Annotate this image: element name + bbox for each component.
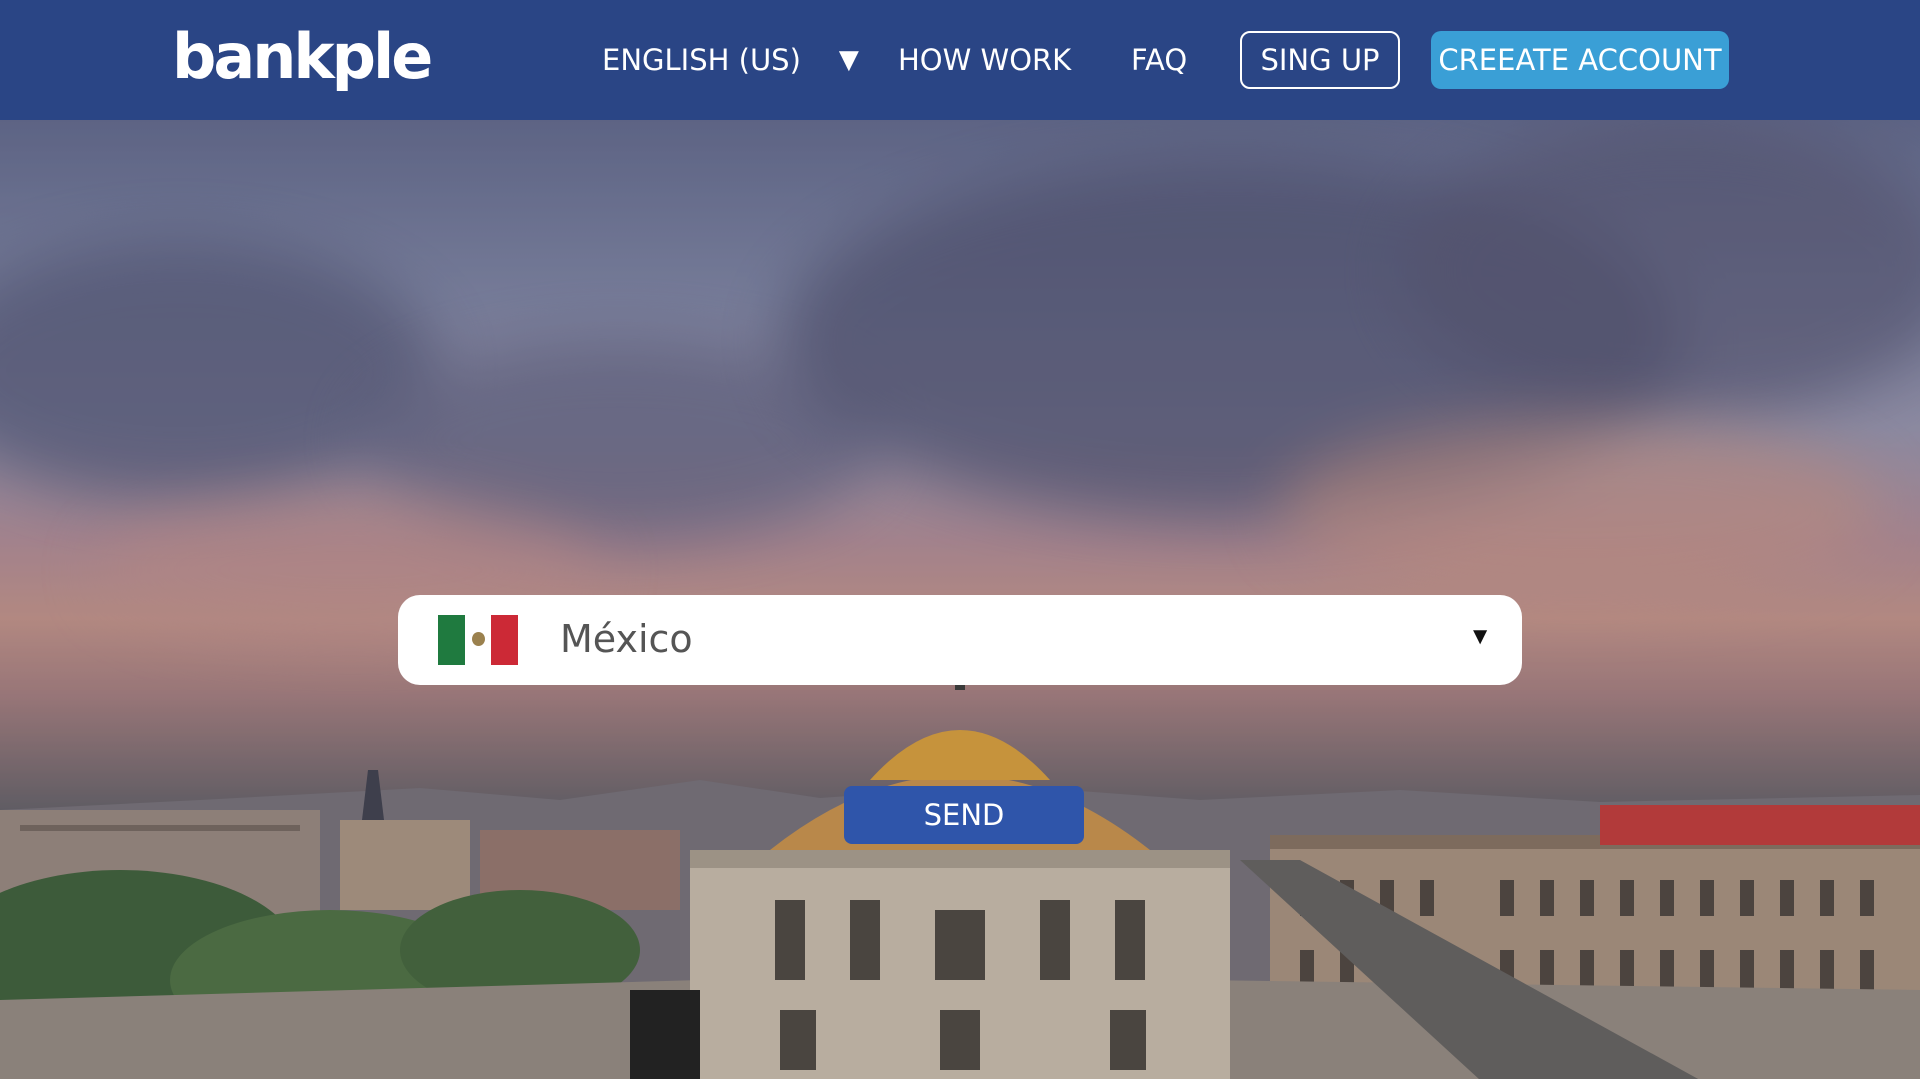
create-account-button[interactable]: CREEATE ACCOUNT bbox=[1431, 31, 1729, 89]
how-work-link[interactable]: HOW WORK bbox=[898, 30, 1071, 90]
selected-country: México bbox=[560, 617, 693, 661]
faq-link[interactable]: FAQ bbox=[1131, 30, 1187, 90]
hero-background-image: México ▼ SEND bbox=[0, 120, 1920, 1079]
city-skyline-illustration bbox=[0, 660, 1920, 1079]
mexico-flag-icon bbox=[438, 615, 518, 665]
chevron-down-icon: ▼ bbox=[1468, 623, 1492, 650]
send-button[interactable]: SEND bbox=[844, 786, 1084, 844]
top-navbar: bankple ENGLISH (US) ▼ HOW WORK FAQ SING… bbox=[0, 0, 1920, 120]
language-label: ENGLISH (US) bbox=[602, 43, 801, 77]
language-dropdown[interactable]: ENGLISH (US) ▼ bbox=[602, 30, 859, 90]
bankple-logo[interactable]: bankple bbox=[172, 22, 433, 92]
chevron-down-icon: ▼ bbox=[838, 45, 859, 75]
sign-up-button[interactable]: SING UP bbox=[1240, 31, 1400, 89]
country-select[interactable]: México ▼ bbox=[398, 595, 1522, 685]
